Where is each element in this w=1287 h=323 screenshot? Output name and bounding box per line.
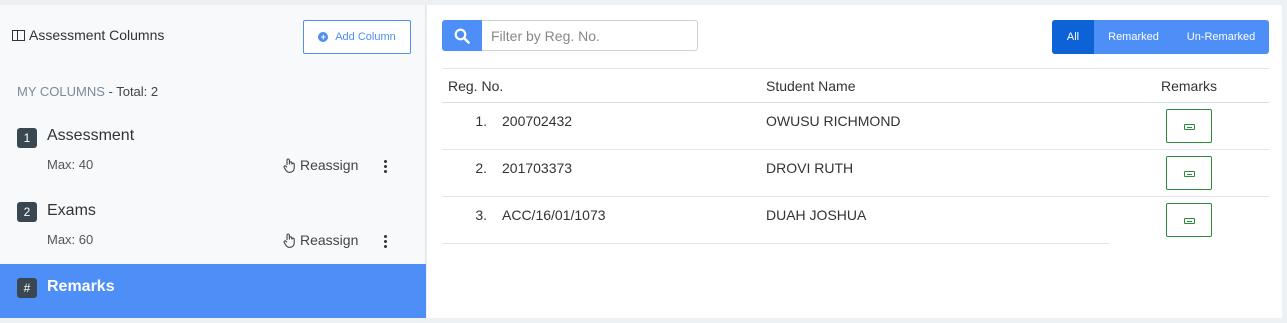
column-badge: 1 [17, 128, 37, 148]
my-columns-heading: MY COLUMNS - Total: 2 [17, 84, 158, 99]
reassign-button[interactable]: Reassign [283, 232, 358, 248]
panel-title: Assessment Columns [29, 27, 165, 43]
remark-button[interactable] [1166, 156, 1212, 190]
hand-pointer-icon [283, 158, 295, 173]
header-remarks: Remarks [1109, 68, 1269, 103]
reg-cell: 1. 200702432 [442, 102, 766, 150]
students-panel: All Remarked Un-Remarked Reg. No. Studen… [427, 5, 1282, 318]
student-name: DROVI RUTH [766, 149, 1109, 197]
students-table: Reg. No. Student Name Remarks 1. 20070243… [442, 68, 1269, 244]
table-row: 2. 201703373 DROVI RUTH [442, 149, 1269, 197]
search-icon [454, 28, 470, 44]
keyboard-icon [1184, 171, 1195, 177]
column-item-remarks[interactable]: # Remarks [0, 264, 426, 318]
remark-cell [1109, 197, 1269, 244]
remark-button[interactable] [1166, 203, 1212, 237]
remarks-badge: # [17, 278, 37, 298]
remark-filter-group: All Remarked Un-Remarked [1052, 20, 1269, 54]
plus-circle-icon: + [318, 32, 329, 42]
column-menu-icon[interactable] [380, 158, 390, 174]
reassign-label: Reassign [300, 157, 359, 173]
reg-no: 201703373 [502, 160, 573, 176]
add-column-button[interactable]: + Add Column [303, 20, 411, 54]
filter-remarked-button[interactable]: Remarked [1094, 20, 1173, 54]
table-row: 1. 200702432 OWUSU RICHMOND [442, 102, 1269, 150]
table-row: 3. ACC/16/01/1073 DUAH JOSHUA [442, 196, 1269, 244]
my-columns-label: MY COLUMNS [17, 84, 105, 99]
add-column-label: Add Column [335, 31, 396, 43]
header-student-name: Student Name [766, 68, 1109, 103]
row-index: 3. [475, 207, 487, 223]
reassign-label: Reassign [300, 232, 359, 248]
remark-button[interactable] [1166, 109, 1212, 143]
reg-no: 200702432 [502, 113, 573, 129]
filter-all-button[interactable]: All [1052, 20, 1094, 54]
remark-cell [1109, 102, 1269, 150]
total-count: - Total: 2 [104, 84, 159, 99]
columns-icon [12, 29, 25, 41]
column-name: Assessment [47, 127, 135, 144]
reassign-button[interactable]: Reassign [283, 157, 358, 173]
student-name: DUAH JOSHUA [766, 196, 1109, 244]
keyboard-icon [1184, 218, 1195, 224]
reg-cell: 2. 201703373 [442, 149, 766, 197]
row-index: 2. [475, 160, 487, 176]
filter-unremarked-button[interactable]: Un-Remarked [1173, 20, 1269, 54]
reg-no-filter-input[interactable] [482, 20, 698, 51]
search-button[interactable] [442, 20, 482, 51]
header-reg-no: Reg. No. [442, 68, 766, 103]
assessment-columns-panel: Assessment Columns + Add Column MY COLUM… [0, 5, 426, 318]
column-name: Exams [47, 202, 96, 219]
student-name: OWUSU RICHMOND [766, 102, 1109, 150]
reg-no: ACC/16/01/1073 [502, 207, 606, 223]
reg-cell: 3. ACC/16/01/1073 [442, 196, 766, 244]
column-menu-icon[interactable] [380, 233, 390, 249]
remark-cell [1109, 149, 1269, 197]
panel-header: Assessment Columns [12, 27, 164, 43]
column-max: Max: 60 [47, 232, 94, 247]
remarks-name: Remarks [47, 278, 115, 295]
row-index: 1. [475, 113, 487, 129]
hand-pointer-icon [283, 233, 295, 248]
column-max: Max: 40 [47, 157, 94, 172]
table-header-row: Reg. No. Student Name Remarks [442, 68, 1269, 103]
column-badge: 2 [17, 202, 37, 222]
keyboard-icon [1184, 124, 1195, 130]
